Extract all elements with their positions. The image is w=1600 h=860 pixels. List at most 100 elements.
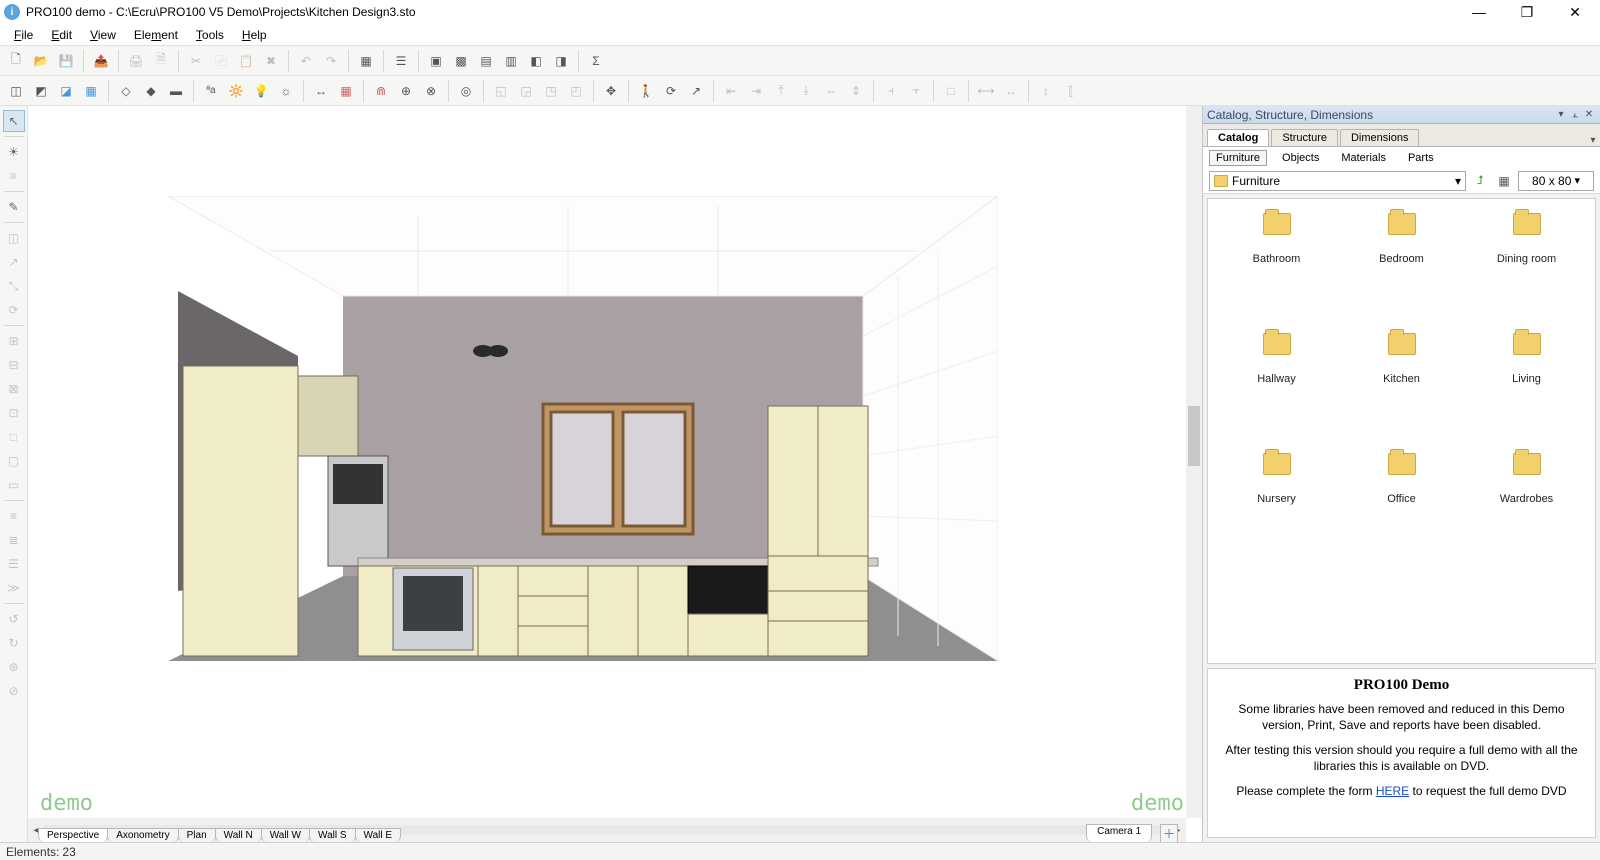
tab-plan[interactable]: Plan [178, 828, 216, 842]
snap-3-icon[interactable]: ⊗ [419, 79, 443, 103]
menu-tools[interactable]: Tools [188, 26, 232, 44]
toggle-b-icon[interactable]: ▩ [449, 49, 473, 73]
human-icon[interactable]: 🚶 [634, 79, 658, 103]
lt-8-icon[interactable]: ⊟ [3, 354, 25, 376]
outline-icon[interactable]: ◇ [114, 79, 138, 103]
lt-11-icon[interactable]: □ [3, 426, 25, 448]
lt-13-icon[interactable]: ▭ [3, 474, 25, 496]
lt-9-icon[interactable]: ⊠ [3, 378, 25, 400]
lt-14-icon[interactable]: ≡ [3, 505, 25, 527]
toggle-d-icon[interactable]: ▥ [499, 49, 523, 73]
tool-5-icon[interactable]: ▦ [354, 49, 378, 73]
measure-h-icon[interactable]: ⟷ [974, 79, 998, 103]
subtab-parts[interactable]: Parts [1401, 150, 1441, 166]
shade-view-icon[interactable]: ◪ [54, 79, 78, 103]
solid-icon[interactable]: ◆ [139, 79, 163, 103]
light-1-icon[interactable]: 🔆 [224, 79, 248, 103]
open-file-icon[interactable]: 📂 [29, 49, 53, 73]
add-view-tab-button[interactable]: ＋ [1160, 824, 1178, 842]
move-tool-icon[interactable]: ✥ [599, 79, 623, 103]
walk-icon[interactable]: ↗ [684, 79, 708, 103]
wire-view-icon[interactable]: ◫ [4, 79, 28, 103]
menu-edit[interactable]: Edit [43, 26, 80, 44]
g4-icon[interactable]: ◰ [564, 79, 588, 103]
menu-help[interactable]: Help [234, 26, 275, 44]
align-r-icon[interactable]: ⇥ [744, 79, 768, 103]
g1-icon[interactable]: ◱ [489, 79, 513, 103]
new-file-icon[interactable]: 🗋 [4, 49, 28, 73]
snap-4-icon[interactable]: ◎ [454, 79, 478, 103]
catalog-item-kitchen[interactable]: Kitchen [1339, 333, 1464, 453]
viewport[interactable]: demo demo Perspective Axonometry Plan Wa… [28, 106, 1202, 842]
scrollbar-vertical[interactable] [1186, 106, 1202, 818]
front-icon[interactable]: □ [939, 79, 963, 103]
dim-icon[interactable]: ↔ [309, 79, 333, 103]
properties-icon[interactable]: ☰ [389, 49, 413, 73]
print-icon[interactable]: 🖨 [124, 49, 148, 73]
snap-2-icon[interactable]: ⊕ [394, 79, 418, 103]
sigma-icon[interactable]: Σ [584, 49, 608, 73]
g3-icon[interactable]: ◳ [539, 79, 563, 103]
lt-16-icon[interactable]: ☰ [3, 553, 25, 575]
lt-19-icon[interactable]: ↻ [3, 632, 25, 654]
export-icon[interactable]: 📤 [89, 49, 113, 73]
align-t-icon[interactable]: ⤒ [769, 79, 793, 103]
print-preview-icon[interactable]: 🗎 [149, 49, 173, 73]
select-tool-icon[interactable]: ↖ [3, 110, 25, 132]
lt-5-icon[interactable]: ⤡ [3, 275, 25, 297]
toggle-e-icon[interactable]: ◧ [524, 49, 548, 73]
panel-dropdown-icon[interactable]: ▾ [1554, 109, 1568, 120]
grid-icon[interactable]: ▦ [334, 79, 358, 103]
close-button[interactable]: ✕ [1560, 4, 1590, 21]
light-tool-icon[interactable]: ☀ [3, 141, 25, 163]
catalog-item-living[interactable]: Living [1464, 333, 1589, 453]
subtab-furniture[interactable]: Furniture [1209, 150, 1267, 166]
tab-camera[interactable]: Camera 1 [1086, 824, 1152, 842]
lt-18-icon[interactable]: ↺ [3, 608, 25, 630]
undo-icon[interactable]: ↶ [294, 49, 318, 73]
tab-perspective[interactable]: Perspective [38, 828, 108, 842]
lt-3-icon[interactable]: ◫ [3, 227, 25, 249]
catalog-item-bedroom[interactable]: Bedroom [1339, 213, 1464, 333]
measure-v-icon[interactable]: ↕ [1034, 79, 1058, 103]
tab-dimensions[interactable]: Dimensions [1340, 129, 1419, 146]
panel-pin-icon[interactable]: ⫠ [1568, 109, 1582, 120]
light-3-icon[interactable]: ☼ [274, 79, 298, 103]
menu-element[interactable]: Element [126, 26, 186, 44]
save-file-icon[interactable]: 💾 [54, 49, 78, 73]
align-l-icon[interactable]: ⇤ [719, 79, 743, 103]
catalog-item-hallway[interactable]: Hallway [1214, 333, 1339, 453]
redo-icon[interactable]: ↷ [319, 49, 343, 73]
cut-icon[interactable]: ✂ [184, 49, 208, 73]
catalog-item-office[interactable]: Office [1339, 453, 1464, 573]
g2-icon[interactable]: ◲ [514, 79, 538, 103]
toggle-f-icon[interactable]: ◨ [549, 49, 573, 73]
tab-structure[interactable]: Structure [1271, 129, 1338, 146]
rotate-view-icon[interactable]: ⟳ [659, 79, 683, 103]
copy-icon[interactable]: ⿻ [209, 49, 233, 73]
catalog-path-select[interactable]: Furniture ▾ [1209, 171, 1466, 191]
menu-view[interactable]: View [82, 26, 124, 44]
measure-s-icon[interactable]: ↔ [999, 79, 1023, 103]
align-b-icon[interactable]: ⤓ [794, 79, 818, 103]
up-folder-icon[interactable]: ⮥ [1470, 171, 1490, 191]
paste-icon[interactable]: 📋 [234, 49, 258, 73]
subtab-objects[interactable]: Objects [1275, 150, 1326, 166]
lt-21-icon[interactable]: ⊘ [3, 680, 25, 702]
view-mode-icon[interactable]: ▦ [1494, 171, 1514, 191]
toggle-a-icon[interactable]: ▣ [424, 49, 448, 73]
thumbnail-size-select[interactable]: 80 x 80 ▾ [1518, 171, 1594, 191]
box-view-icon[interactable]: ▬ [164, 79, 188, 103]
panel-tabs-menu-icon[interactable]: ▾ [1586, 135, 1600, 146]
dist-2-icon[interactable]: ⫟ [904, 79, 928, 103]
text-icon[interactable]: ªa [199, 79, 223, 103]
lt-2-icon[interactable]: ≡ [3, 165, 25, 187]
info-link-here[interactable]: HERE [1376, 784, 1409, 798]
light-2-icon[interactable]: 💡 [249, 79, 273, 103]
tab-wall-s[interactable]: Wall S [309, 828, 356, 842]
subtab-materials[interactable]: Materials [1334, 150, 1393, 166]
maximize-button[interactable]: ❐ [1512, 4, 1542, 21]
lt-10-icon[interactable]: ⊡ [3, 402, 25, 424]
toggle-c-icon[interactable]: ▤ [474, 49, 498, 73]
eyedropper-icon[interactable]: ✎ [3, 196, 25, 218]
